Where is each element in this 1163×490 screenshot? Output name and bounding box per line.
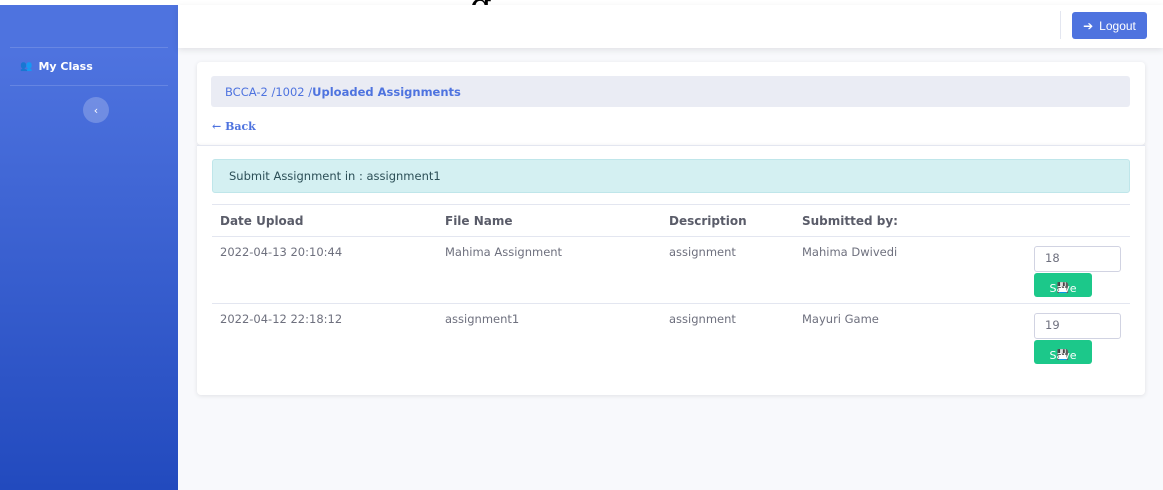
cell-description: assignment	[669, 312, 736, 326]
cell-submitted-by: Mayuri Game	[802, 312, 879, 326]
header-date-upload: Date Upload	[220, 213, 304, 228]
cell-date: 2022-04-12 22:18:12	[220, 312, 343, 326]
header-file-name: File Name	[445, 213, 513, 228]
header-submitted-by: Submitted by:	[802, 213, 898, 228]
logout-label: Logout	[1099, 18, 1136, 33]
breadcrumb: BCCA-2 / 1002 / Uploaded Assignments	[211, 76, 1130, 107]
grade-input[interactable]: 18	[1034, 246, 1121, 272]
grade-input[interactable]: 19	[1034, 313, 1121, 339]
table-row: 2022-04-13 20:10:44 Mahima Assignment as…	[212, 237, 1130, 304]
sidebar: 👥 My Class ‹	[0, 5, 178, 490]
assignments-card: Submit Assignment in : assignment1 Date …	[197, 145, 1145, 395]
topbar: ➔ Logout	[178, 5, 1163, 48]
sidebar-item-my-class[interactable]: 👥 My Class	[10, 48, 168, 86]
sidebar-brand	[10, 5, 168, 48]
chevron-left-icon: ‹	[93, 103, 99, 117]
info-alert: Submit Assignment in : assignment1	[212, 159, 1130, 193]
sidebar-toggle-button[interactable]: ‹	[83, 97, 109, 123]
table-header: Date Upload File Name Description Submit…	[212, 204, 1130, 237]
sign-out-icon: ➔	[1083, 18, 1094, 33]
header-card: BCCA-2 / 1002 / Uploaded Assignments ← B…	[197, 62, 1145, 145]
logout-button[interactable]: ➔ Logout	[1072, 12, 1147, 39]
back-label: Back	[225, 120, 256, 133]
users-icon: 👥	[20, 61, 33, 72]
breadcrumb-subject[interactable]: 1002	[275, 85, 304, 99]
cell-file-name[interactable]: assignment1	[445, 304, 519, 334]
breadcrumb-current: Uploaded Assignments	[312, 84, 461, 99]
sidebar-item-label: My Class	[38, 60, 93, 73]
save-label: Save	[1049, 348, 1077, 362]
save-button[interactable]: 💾 Save	[1034, 273, 1092, 297]
table-row: 2022-04-12 22:18:12 assignment1 assignme…	[212, 304, 1130, 371]
cell-description: assignment	[669, 245, 736, 259]
cell-date: 2022-04-13 20:10:44	[220, 245, 343, 259]
topbar-divider	[1060, 11, 1061, 39]
save-button[interactable]: 💾 Save	[1034, 340, 1092, 364]
back-link[interactable]: ← Back	[212, 120, 256, 133]
arrow-left-icon: ←	[212, 120, 222, 133]
breadcrumb-class[interactable]: BCCA-2	[225, 85, 268, 99]
save-label: Save	[1049, 281, 1077, 295]
header-description: Description	[669, 213, 747, 228]
cell-submitted-by: Mahima Dwivedi	[802, 245, 898, 259]
cell-file-name[interactable]: Mahima Assignment	[445, 237, 562, 267]
